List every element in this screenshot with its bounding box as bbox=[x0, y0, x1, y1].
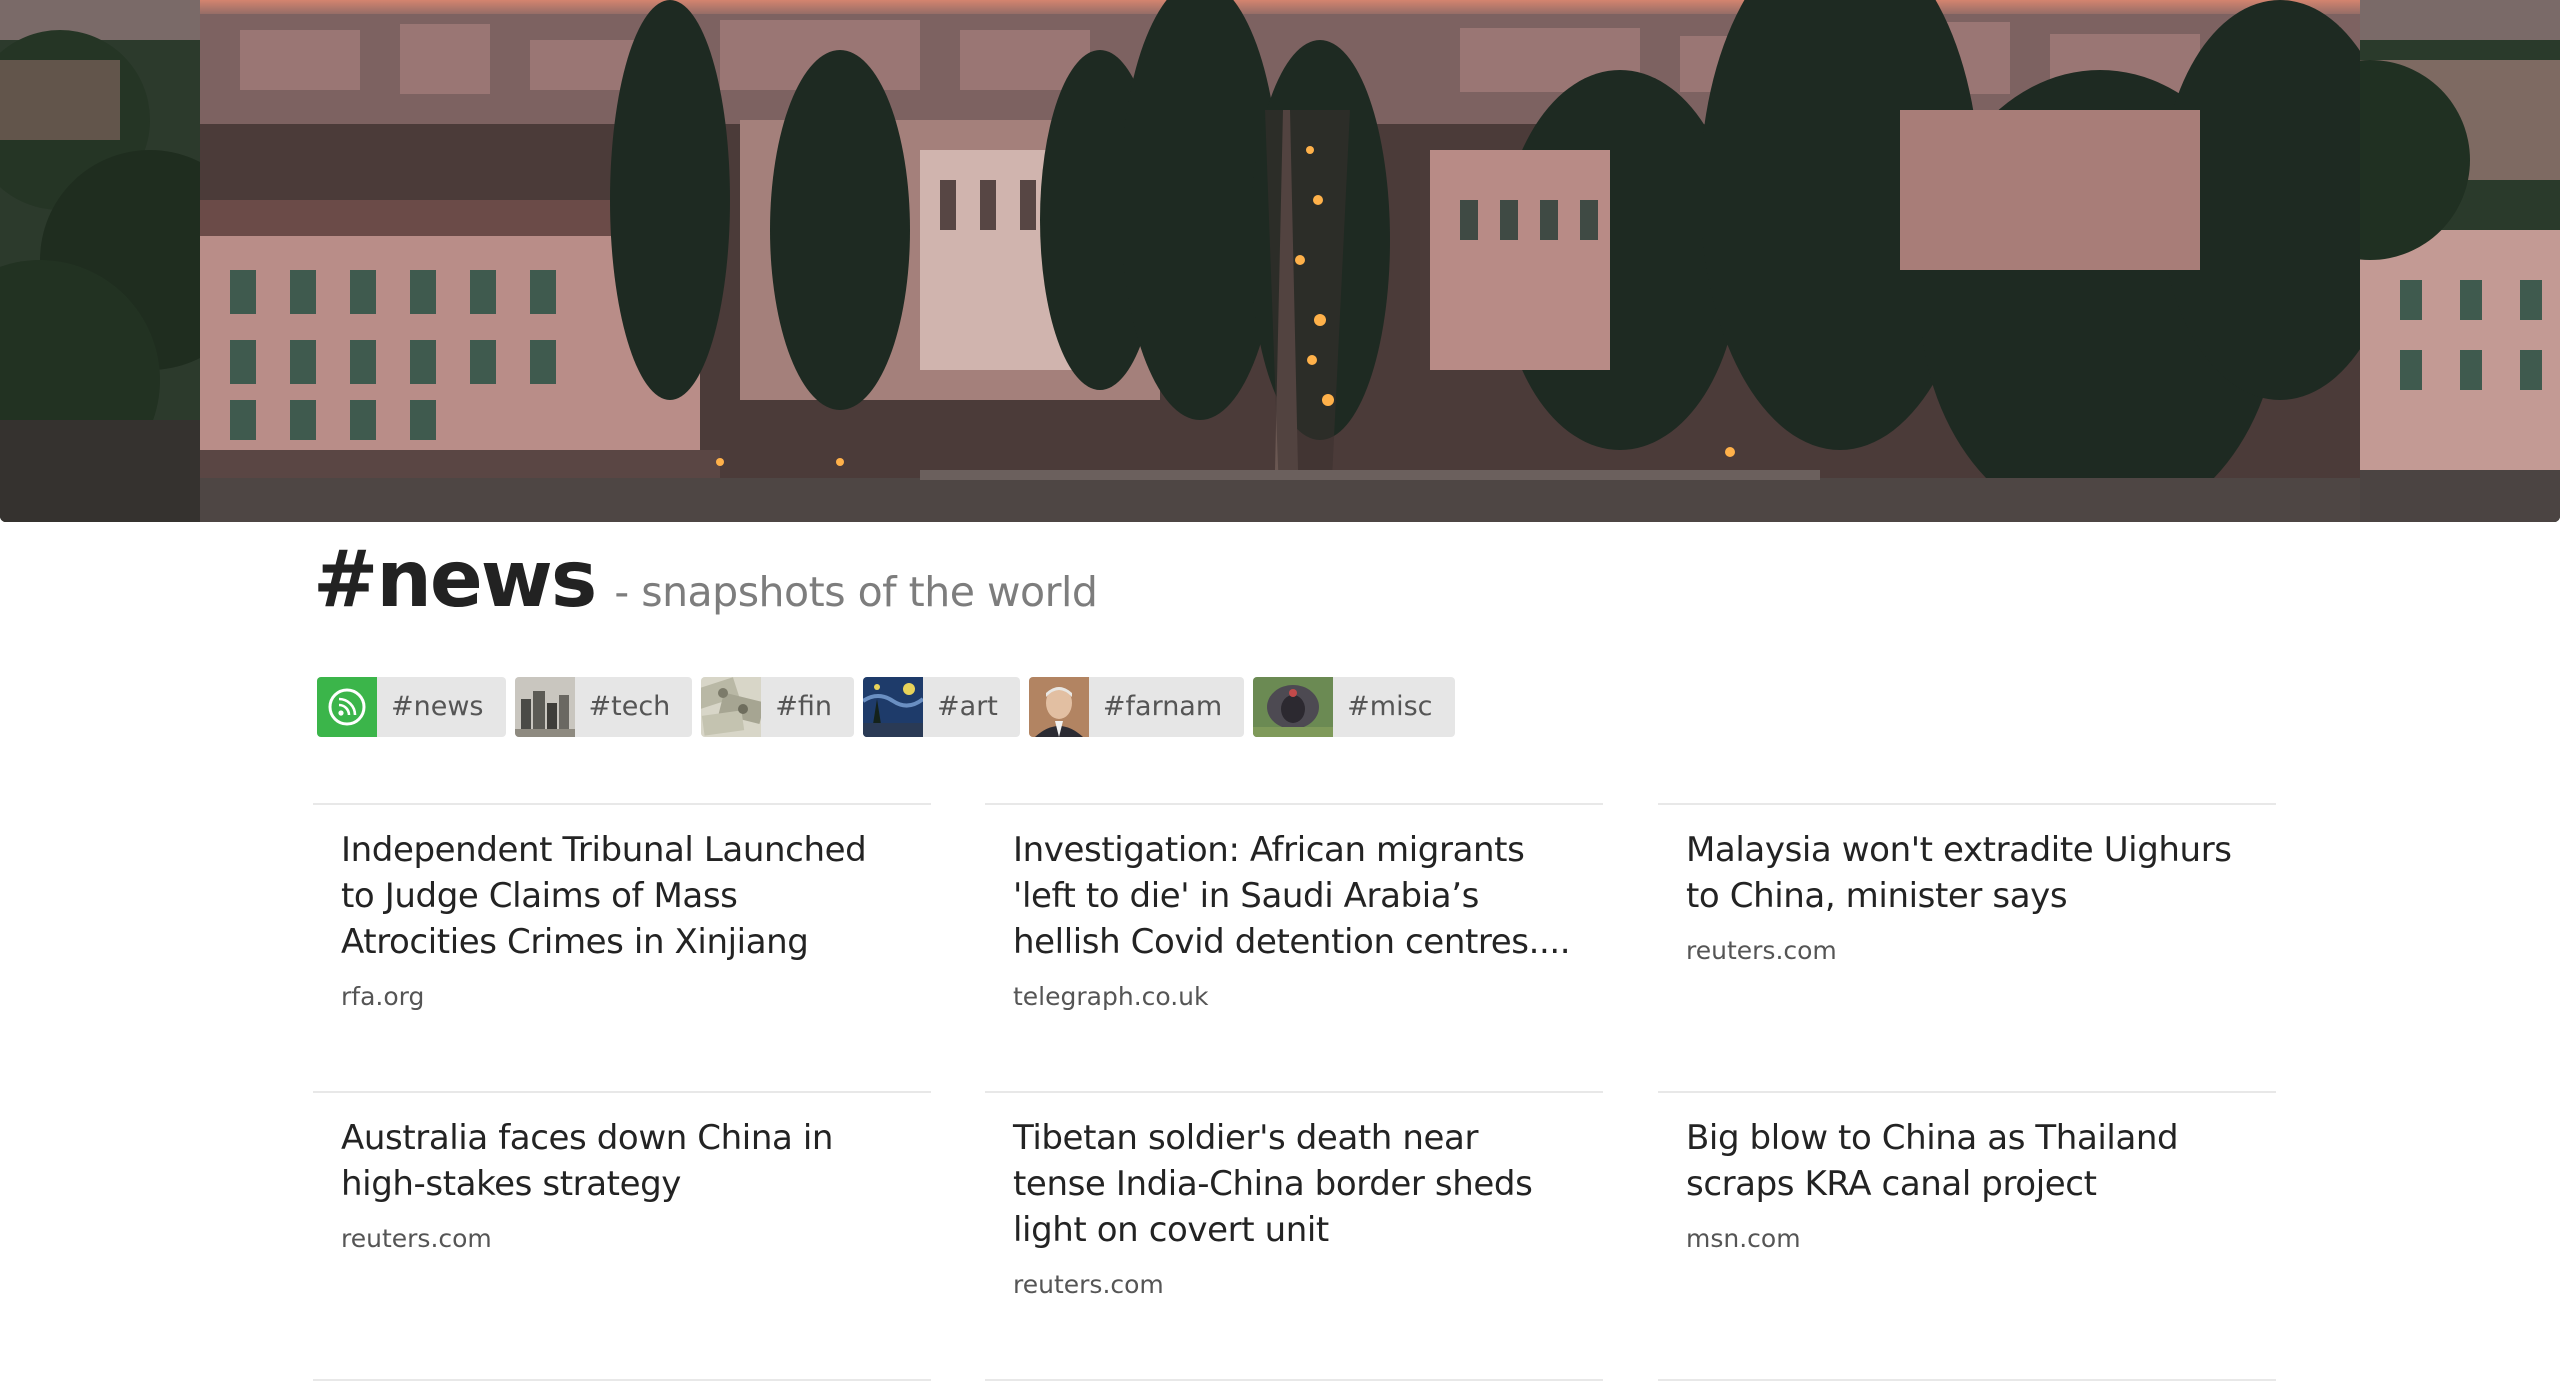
article-title-link[interactable]: Australia faces down China in high-stake… bbox=[341, 1115, 903, 1207]
hero-side-right bbox=[2360, 0, 2560, 522]
hero-banner-image bbox=[0, 0, 2560, 522]
hero-side-left bbox=[0, 0, 200, 522]
channel-pill-misc[interactable]: #misc bbox=[1253, 677, 1455, 737]
page-title: #news bbox=[313, 535, 597, 625]
news-card[interactable]: Tibetan soldier's death near tense India… bbox=[985, 1091, 1603, 1373]
news-card[interactable]: Australia faces down China in high-stake… bbox=[313, 1091, 931, 1373]
article-title-link[interactable]: Independent Tribunal Launched to Judge C… bbox=[341, 827, 903, 965]
card-divider bbox=[1658, 1379, 2276, 1381]
news-card[interactable]: Investigation: African migrants 'left to… bbox=[985, 803, 1603, 1085]
channel-label: #news bbox=[391, 691, 484, 722]
news-card[interactable]: Independent Tribunal Launched to Judge C… bbox=[313, 803, 931, 1085]
page-header: #news - snapshots of the world bbox=[313, 535, 1098, 625]
channel-label: #art bbox=[937, 691, 998, 722]
channel-label: #fin bbox=[775, 691, 833, 722]
rss-icon bbox=[317, 677, 377, 737]
card-divider bbox=[313, 1379, 931, 1381]
article-source: reuters.com bbox=[1686, 936, 1837, 965]
tech-thumbnail bbox=[514, 677, 575, 737]
article-title-link[interactable]: Malaysia won't extradite Uighurs to Chin… bbox=[1686, 827, 2248, 919]
news-card[interactable]: Malaysia won't extradite Uighurs to Chin… bbox=[1658, 803, 2276, 1085]
article-source: reuters.com bbox=[341, 1224, 492, 1253]
channel-label: #tech bbox=[588, 691, 671, 722]
article-title-link[interactable]: Investigation: African migrants 'left to… bbox=[1013, 827, 1575, 965]
money-thumbnail bbox=[701, 677, 766, 737]
portrait-thumbnail bbox=[1028, 677, 1089, 737]
channel-pill-farnam[interactable]: #farnam bbox=[1028, 677, 1245, 737]
article-source: reuters.com bbox=[1013, 1270, 1164, 1299]
channel-label: #farnam bbox=[1102, 691, 1223, 722]
article-title-link[interactable]: Tibetan soldier's death near tense India… bbox=[1013, 1115, 1575, 1253]
article-source: telegraph.co.uk bbox=[1013, 982, 1209, 1011]
article-title-link[interactable]: Big blow to China as Thailand scraps KRA… bbox=[1686, 1115, 2248, 1207]
hero-cityscape bbox=[200, 0, 2360, 522]
channel-pill-fin[interactable]: #fin bbox=[701, 677, 855, 737]
card-divider bbox=[985, 1379, 1603, 1381]
article-source: msn.com bbox=[1686, 1224, 1801, 1253]
article-source: rfa.org bbox=[341, 982, 425, 1011]
channel-pill-news[interactable]: #news bbox=[317, 677, 506, 737]
channel-pill-tech[interactable]: #tech bbox=[514, 677, 693, 737]
news-card[interactable]: Big blow to China as Thailand scraps KRA… bbox=[1658, 1091, 2276, 1373]
channel-label: #misc bbox=[1347, 691, 1433, 722]
starry-night-thumbnail bbox=[863, 677, 925, 737]
turkey-thumbnail bbox=[1253, 677, 1334, 737]
channel-pill-art[interactable]: #art bbox=[863, 677, 1020, 737]
channel-nav: #news #tech #fin #art #farnam #misc bbox=[317, 677, 1455, 737]
page-subtitle: - snapshots of the world bbox=[614, 568, 1098, 616]
